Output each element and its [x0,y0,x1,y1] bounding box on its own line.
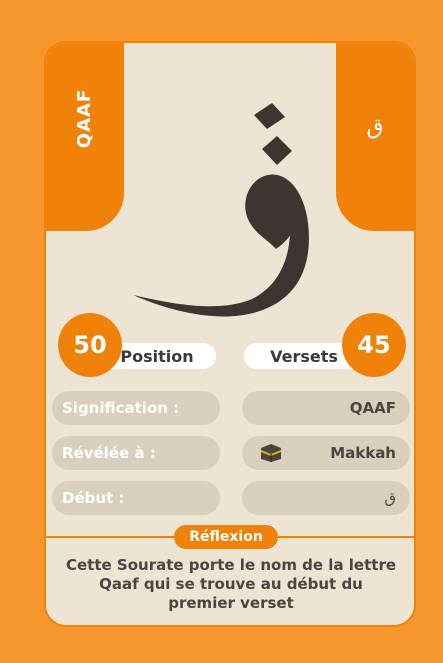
name-tab: QAAF [46,43,124,231]
verses-value: 45 [342,313,406,377]
kaaba-icon [261,444,281,462]
surah-card: QAAF ق Position 50 Versets 45 Significat… [44,41,416,627]
glyph-tab: ق [336,43,414,231]
signification-value: QAAF [242,391,410,425]
revealed-label: Révélée à : [52,436,220,470]
reflexion-text: Cette Sourate porte le nom de la lettre … [66,556,397,612]
signification-label: Signification : [52,391,220,425]
debut-value: ق [242,481,410,515]
debut-label: Début : [52,481,220,515]
reflexion-label: Réflexion [174,525,278,549]
position-value: 50 [58,313,122,377]
calligraphy-qaf-image [133,103,309,317]
surah-glyph: ق [366,115,384,140]
surah-name-vertical: QAAF [74,88,96,148]
revealed-value: Makkah [242,436,410,470]
